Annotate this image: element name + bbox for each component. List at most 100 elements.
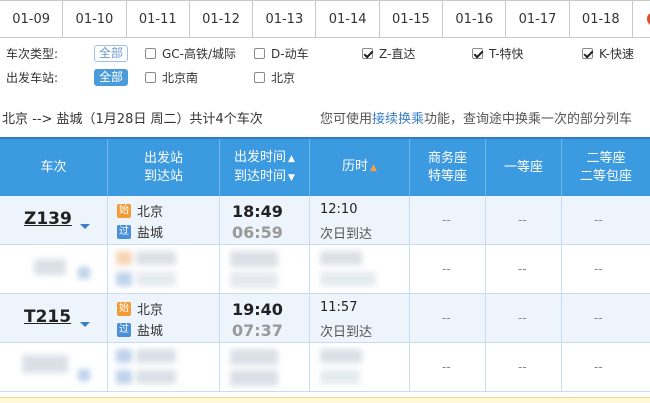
business-seat-cell: --	[410, 294, 486, 342]
blurred-station	[136, 370, 176, 384]
train-type-all-button[interactable]: 全部	[94, 44, 129, 62]
station-cell	[108, 245, 220, 293]
checkbox-icon	[254, 71, 265, 83]
blurred-time	[230, 251, 278, 267]
filter-t-checkbox[interactable]: T-特快	[472, 43, 524, 63]
train-table: 车次 出发站 到达站 出发时间 ▲ 到达时间 ▼ 历时 ▲ 商务座 特等座 一等座 二…	[0, 137, 650, 392]
bottom-notice-strip	[0, 397, 650, 403]
checkbox-checked-icon	[362, 47, 373, 59]
train-search-page: 01-09 01-10 01-11 01-12 01-13 01-14 01-1…	[0, 0, 650, 403]
train-count-suffix: 个车次	[223, 112, 263, 127]
arrive-station: 过盐城	[117, 320, 163, 339]
seat-availability: --	[442, 360, 451, 374]
arrive-note: 次日到达	[320, 227, 373, 242]
date-tab[interactable]: 01-09	[0, 1, 64, 37]
date-tab[interactable]: 01-13	[253, 1, 317, 37]
arrive-station: 过盐城	[117, 222, 163, 241]
second-seat-cell: --	[562, 343, 650, 391]
filter-z-label: Z-直达	[379, 46, 416, 61]
date-tab[interactable]: 01-12	[190, 1, 254, 37]
arrive-note: 次日到达	[320, 325, 373, 340]
station-cell	[108, 343, 220, 391]
station-all-button[interactable]: 全部	[94, 68, 129, 86]
transfer-link[interactable]: 接续换乘	[372, 112, 424, 127]
sort-duration[interactable]: 历时 ▲	[342, 158, 377, 177]
date-tab[interactable]: 01-18	[570, 1, 633, 37]
seat-availability: --	[518, 311, 527, 325]
filter-gc-checkbox[interactable]: GC-高铁/城际	[145, 43, 236, 63]
date-tab[interactable]: 01-16	[443, 1, 507, 37]
sort-asc-icon: ▲	[370, 163, 377, 173]
header-second-seat: 二等座	[586, 150, 626, 166]
chevron-down-icon[interactable]	[80, 322, 90, 327]
seat-availability: --	[518, 360, 527, 374]
table-row-blurred: -- -- --	[0, 343, 650, 392]
depart-station: 始北京	[117, 299, 163, 318]
filter-z-checkbox[interactable]: Z-直达	[362, 43, 415, 63]
sort-desc-icon: ▼	[288, 172, 295, 183]
blurred-note	[320, 370, 360, 384]
second-seat-cell: --	[562, 196, 650, 244]
blurred-train-number	[34, 259, 66, 275]
table-row: Z139 始北京 过盐城 18:49 06:59 12:10 次日到达 -- -…	[0, 196, 650, 245]
filter-k-label: K-快速	[599, 46, 634, 61]
blurred-chevron	[78, 369, 90, 381]
first-seat-cell: --	[486, 343, 562, 391]
date-tab[interactable]: 01-17	[506, 1, 570, 37]
depart-station-name: 北京	[137, 303, 164, 318]
train-type-label: 车次类型:	[6, 46, 59, 61]
blurred-time	[230, 349, 278, 365]
date-tab[interactable]: 01-14	[316, 1, 380, 37]
train-type-filter-row: 车次类型: 全部 GC-高铁/城际 D-动车 Z-直达 T-特快 K-快速	[0, 43, 650, 63]
header-business-seat: 商务座	[427, 150, 467, 166]
business-seat-cell: --	[410, 245, 486, 293]
blurred-badge	[116, 370, 132, 384]
seat-availability: --	[442, 311, 451, 325]
station-beijing-label: 北京	[271, 70, 296, 85]
sort-depart-time[interactable]: 出发时间 ▲	[234, 149, 295, 168]
time-cell	[220, 343, 310, 391]
train-cell: T215	[0, 294, 108, 342]
duration: 12:10	[320, 202, 358, 217]
depart-station-name: 北京	[137, 205, 164, 220]
blurred-time	[230, 370, 278, 386]
station-beijingnan-checkbox[interactable]: 北京南	[145, 67, 198, 87]
blurred-time	[230, 272, 278, 288]
header-special-seat: 特等座	[427, 168, 467, 184]
duration: 11:57	[320, 300, 358, 315]
checkbox-icon	[145, 47, 156, 59]
sort-arrive-time[interactable]: 到达时间 ▼	[234, 168, 295, 187]
hint-suffix: 功能，查询途中换乘一次的部分列车	[424, 112, 633, 127]
header-depart-time: 出发时间	[234, 149, 287, 165]
station-beijingnan-label: 北京南	[162, 70, 199, 85]
seat-availability: --	[594, 360, 603, 374]
date-tab[interactable]: 01-15	[380, 1, 444, 37]
arrive-time: 07:37	[232, 321, 283, 340]
filter-panel: 车次类型: 全部 GC-高铁/城际 D-动车 Z-直达 T-特快 K-快速 出发…	[0, 38, 650, 94]
station-beijing-checkbox[interactable]: 北京	[254, 67, 295, 87]
transfer-hint: 您可使用接续换乘功能，查询途中换乘一次的部分列车	[320, 108, 632, 127]
date-tab[interactable]: 01-11	[127, 1, 190, 37]
first-seat-cell: --	[486, 196, 562, 244]
filter-d-checkbox[interactable]: D-动车	[254, 43, 309, 63]
blurred-station	[136, 272, 176, 286]
seat-availability: --	[442, 262, 451, 276]
header-second: 二等座 二等包座	[562, 139, 650, 196]
chevron-down-icon[interactable]	[80, 224, 90, 229]
seat-availability: --	[518, 213, 527, 227]
seat-availability: --	[594, 262, 603, 276]
sort-asc-icon: ▲	[288, 153, 295, 164]
table-header: 车次 出发站 到达站 出发时间 ▲ 到达时间 ▼ 历时 ▲ 商务座 特等座 一等座 二…	[0, 137, 650, 196]
blurred-badge	[116, 251, 132, 265]
more-dates-button[interactable]	[633, 1, 650, 37]
filter-k-checkbox[interactable]: K-快速	[582, 43, 634, 63]
route-summary: 北京 --> 盐城（1月28日 周二）共计4个车次	[2, 108, 263, 127]
table-row: T215 始北京 过盐城 19:40 07:37 11:57 次日到达 -- -…	[0, 294, 650, 343]
table-row-blurred: -- -- --	[0, 245, 650, 294]
header-train: 车次	[0, 139, 108, 196]
date-tab[interactable]: 01-10	[63, 1, 127, 37]
train-number-link[interactable]: Z139	[24, 209, 72, 229]
train-number-link[interactable]: T215	[24, 307, 71, 327]
seat-availability: --	[594, 213, 603, 227]
arrive-time: 06:59	[232, 223, 283, 242]
